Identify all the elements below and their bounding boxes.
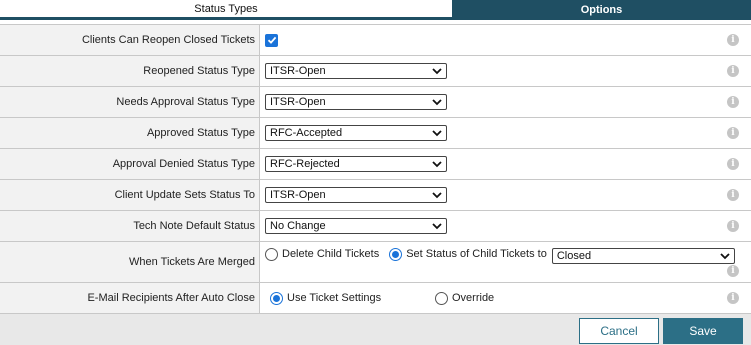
select-value: No Change xyxy=(270,220,326,232)
set-status-child-label: Set Status of Child Tickets to xyxy=(406,248,547,260)
tech-note-select[interactable]: No Change xyxy=(265,218,447,234)
chevron-down-icon xyxy=(432,190,442,200)
chevron-down-icon xyxy=(432,97,442,107)
use-ticket-settings-radio[interactable] xyxy=(270,291,283,305)
info-icon[interactable]: i xyxy=(727,65,739,77)
save-button[interactable]: Save xyxy=(663,318,743,344)
row-approval-denied: Approval Denied Status Type RFC-Rejected… xyxy=(0,149,751,180)
row-client-update: Client Update Sets Status To ITSR-Open i xyxy=(0,180,751,211)
delete-child-label: Delete Child Tickets xyxy=(282,248,380,260)
row-needs-approval: Needs Approval Status Type ITSR-Open i xyxy=(0,87,751,118)
info-icon[interactable]: i xyxy=(727,158,739,170)
info-icon[interactable]: i xyxy=(727,34,739,46)
row-reopened-status: Reopened Status Type ITSR-Open i xyxy=(0,56,751,87)
approved-status-select[interactable]: RFC-Accepted xyxy=(265,125,447,141)
use-ticket-settings-label: Use Ticket Settings xyxy=(287,292,382,304)
info-icon[interactable]: i xyxy=(727,127,739,139)
reopen-checkbox[interactable] xyxy=(265,33,278,47)
cancel-button[interactable]: Cancel xyxy=(579,318,659,344)
options-form: Clients Can Reopen Closed Tickets i Reop… xyxy=(0,24,751,314)
row-tech-note: Tech Note Default Status No Change i xyxy=(0,211,751,242)
chevron-down-icon xyxy=(720,251,730,261)
denied-label: Approval Denied Status Type xyxy=(0,149,260,179)
chevron-down-icon xyxy=(432,128,442,138)
override-label: Override xyxy=(452,292,495,304)
info-icon[interactable]: i xyxy=(727,292,739,304)
tab-bar: Status Types Options xyxy=(0,0,751,20)
info-icon[interactable]: i xyxy=(727,220,739,232)
approved-label: Approved Status Type xyxy=(0,118,260,148)
chevron-down-icon xyxy=(432,66,442,76)
select-value: ITSR-Open xyxy=(270,65,326,77)
needs-approval-label: Needs Approval Status Type xyxy=(0,87,260,117)
email-label: E-Mail Recipients After Auto Close xyxy=(0,283,260,313)
client-update-select[interactable]: ITSR-Open xyxy=(265,187,447,203)
info-icon[interactable]: i xyxy=(727,189,739,201)
client-update-label: Client Update Sets Status To xyxy=(0,180,260,210)
tab-status-types[interactable]: Status Types xyxy=(0,0,452,19)
reopened-label: Reopened Status Type xyxy=(0,56,260,86)
child-status-select[interactable]: Closed xyxy=(551,248,735,264)
row-email-recipients: E-Mail Recipients After Auto Close Use T… xyxy=(0,283,751,314)
row-approved-status: Approved Status Type RFC-Accepted i xyxy=(0,118,751,149)
set-status-child-radio[interactable] xyxy=(389,248,403,261)
select-value: RFC-Rejected xyxy=(270,158,340,170)
delete-child-radio[interactable] xyxy=(265,248,278,261)
select-value: ITSR-Open xyxy=(270,96,326,108)
select-value: ITSR-Open xyxy=(270,189,326,201)
info-icon[interactable]: i xyxy=(727,96,739,108)
needs-approval-select[interactable]: ITSR-Open xyxy=(265,94,447,110)
footer-bar: Cancel Save xyxy=(0,313,751,345)
reopened-status-select[interactable]: ITSR-Open xyxy=(265,63,447,79)
chevron-down-icon xyxy=(432,159,442,169)
checkmark-icon xyxy=(267,36,276,44)
row-reopen-closed: Clients Can Reopen Closed Tickets i xyxy=(0,25,751,56)
select-value: RFC-Accepted xyxy=(270,127,343,139)
approval-denied-select[interactable]: RFC-Rejected xyxy=(265,156,447,172)
select-value: Closed xyxy=(556,250,592,262)
tab-options[interactable]: Options xyxy=(452,0,751,19)
reopen-label: Clients Can Reopen Closed Tickets xyxy=(0,25,260,55)
override-radio[interactable] xyxy=(435,291,448,305)
info-icon[interactable]: i xyxy=(727,265,739,277)
chevron-down-icon xyxy=(432,221,442,231)
tech-note-label: Tech Note Default Status xyxy=(0,211,260,241)
merged-label: When Tickets Are Merged xyxy=(0,242,260,282)
row-tickets-merged: When Tickets Are Merged Delete Child Tic… xyxy=(0,242,751,283)
